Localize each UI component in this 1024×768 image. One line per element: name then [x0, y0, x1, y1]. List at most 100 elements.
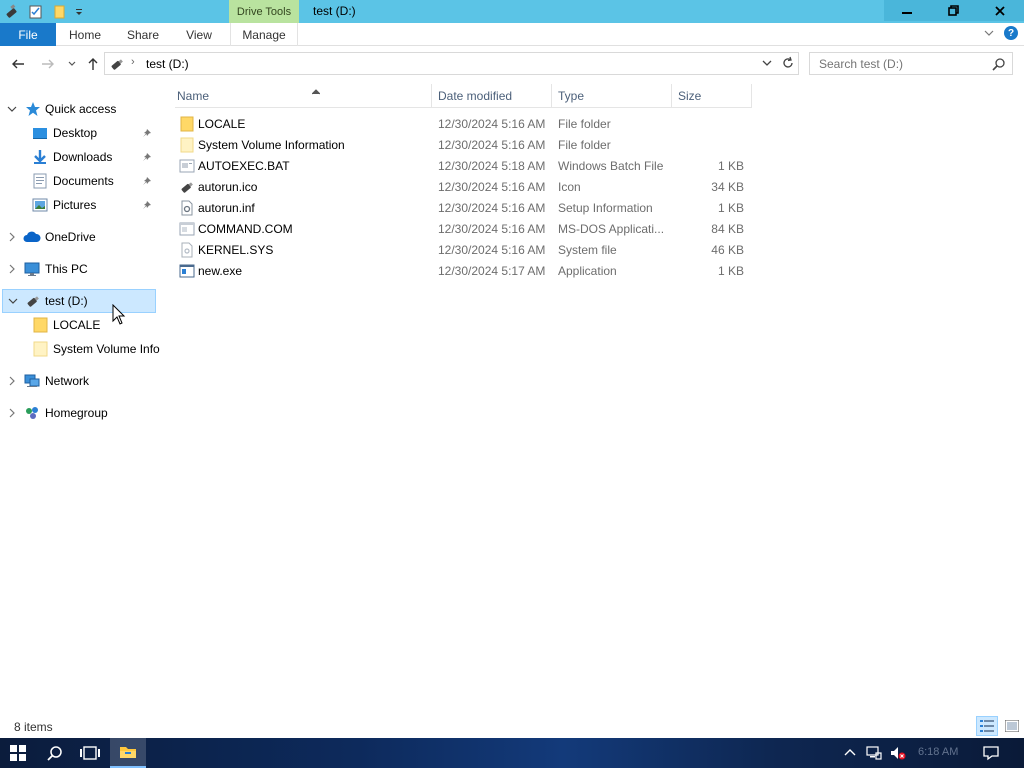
- file-row[interactable]: LOCALE 12/30/2024 5:16 AM File folder: [175, 113, 752, 134]
- tab-file[interactable]: File: [0, 23, 56, 46]
- task-view-icon: [80, 746, 100, 760]
- file-row[interactable]: autorun.ico 12/30/2024 5:16 AM Icon 34 K…: [175, 176, 752, 197]
- pin-icon[interactable]: [142, 199, 152, 213]
- search-box[interactable]: [809, 52, 1013, 75]
- help-icon[interactable]: ?: [1004, 26, 1018, 40]
- sidebar-item-documents[interactable]: Documents: [0, 169, 157, 193]
- application-icon: [179, 263, 195, 279]
- file-type: Application: [558, 264, 617, 278]
- address-bar[interactable]: › test (D:): [104, 52, 799, 75]
- sidebar-item-locale[interactable]: LOCALE: [0, 313, 157, 337]
- new-folder-icon[interactable]: [48, 1, 72, 23]
- file-explorer-taskbar-button[interactable]: [110, 738, 146, 768]
- window-title: test (D:): [313, 4, 356, 18]
- minimize-button[interactable]: [884, 0, 930, 21]
- properties-icon[interactable]: [24, 1, 48, 23]
- clock[interactable]: 6:18 AM: [918, 746, 958, 758]
- up-button[interactable]: [84, 55, 102, 73]
- file-row[interactable]: AUTOEXEC.BAT 12/30/2024 5:18 AM Windows …: [175, 155, 752, 176]
- file-row[interactable]: new.exe 12/30/2024 5:17 AM Application 1…: [175, 260, 752, 281]
- usb-drive-icon: [179, 179, 195, 195]
- task-view-button[interactable]: [72, 738, 108, 768]
- chevron-up-icon: [844, 749, 856, 756]
- network-tray-icon[interactable]: [866, 745, 882, 761]
- qat-dropdown-icon[interactable]: [72, 1, 86, 23]
- file-name: autorun.inf: [198, 201, 255, 215]
- column-header-size[interactable]: Size: [672, 84, 752, 108]
- chevron-right-icon[interactable]: [7, 408, 17, 418]
- refresh-icon[interactable]: [781, 56, 795, 73]
- chevron-right-icon[interactable]: [7, 376, 17, 386]
- sidebar-label: Quick access: [45, 102, 117, 116]
- sidebar-label: Downloads: [53, 150, 113, 164]
- recent-locations-button[interactable]: [63, 55, 81, 73]
- tab-share[interactable]: Share: [118, 23, 168, 46]
- column-header-date-modified[interactable]: Date modified: [432, 84, 552, 108]
- close-icon: [995, 5, 1005, 16]
- sidebar-item-onedrive[interactable]: OneDrive: [0, 225, 157, 249]
- notification-icon: [983, 746, 999, 761]
- chevron-down-icon[interactable]: [7, 104, 17, 114]
- sidebar-item-desktop[interactable]: Desktop: [0, 121, 157, 145]
- breadcrumb-separator-icon[interactable]: ›: [131, 56, 135, 68]
- search-input[interactable]: [810, 53, 990, 74]
- large-icons-view-button[interactable]: [1001, 716, 1023, 736]
- file-type: System file: [558, 243, 617, 257]
- sidebar-item-pictures[interactable]: Pictures: [0, 193, 157, 217]
- sidebar-item-system-volume-information[interactable]: System Volume Information: [0, 337, 160, 361]
- sidebar-item-homegroup[interactable]: Homegroup: [0, 401, 157, 425]
- drive-icon[interactable]: [0, 1, 24, 23]
- close-button[interactable]: [976, 0, 1024, 21]
- expand-ribbon-icon[interactable]: [983, 27, 995, 42]
- breadcrumb-drive[interactable]: test (D:): [146, 57, 189, 71]
- chevron-right-icon[interactable]: [7, 264, 17, 274]
- file-size: 1 KB: [717, 159, 744, 173]
- file-row[interactable]: autorun.inf 12/30/2024 5:16 AM Setup Inf…: [175, 197, 752, 218]
- usb-drive-icon: [25, 293, 41, 309]
- pin-icon[interactable]: [142, 127, 152, 141]
- restore-button[interactable]: [930, 0, 976, 21]
- tab-view[interactable]: View: [176, 23, 222, 46]
- chevron-right-icon[interactable]: [7, 232, 17, 242]
- sidebar-label: Pictures: [53, 198, 97, 212]
- show-hidden-icons-button[interactable]: [842, 745, 858, 761]
- drive-tools-context-tab[interactable]: Drive Tools: [229, 0, 299, 23]
- sidebar-label: OneDrive: [45, 230, 96, 244]
- column-header-name[interactable]: Name: [175, 84, 432, 108]
- navigation-pane: Quick access Desktop Downloads Documents: [0, 82, 160, 708]
- chevron-down-icon[interactable]: [8, 296, 18, 306]
- start-button[interactable]: [0, 738, 36, 768]
- pin-icon[interactable]: [142, 151, 152, 165]
- sidebar-item-this-pc[interactable]: This PC: [0, 257, 157, 281]
- system-file-icon: [179, 242, 195, 258]
- folder-icon: [179, 137, 195, 153]
- file-date: 12/30/2024 5:16 AM: [438, 117, 546, 131]
- sidebar-item-test-drive[interactable]: test (D:): [2, 289, 156, 313]
- sidebar-label: LOCALE: [53, 318, 101, 332]
- pin-icon[interactable]: [142, 175, 152, 189]
- address-dropdown-icon[interactable]: [761, 57, 773, 72]
- action-center-button[interactable]: [983, 745, 999, 761]
- tab-manage[interactable]: Manage: [230, 23, 298, 46]
- sidebar-item-quick-access[interactable]: Quick access: [0, 97, 157, 121]
- quick-access-toolbar: [0, 0, 86, 23]
- sidebar-item-network[interactable]: Network: [0, 369, 157, 393]
- search-icon[interactable]: [992, 57, 1006, 74]
- details-view-button[interactable]: [976, 716, 998, 736]
- batch-file-icon: [179, 158, 195, 174]
- back-button[interactable]: [9, 55, 27, 73]
- file-name: new.exe: [198, 264, 243, 278]
- sidebar-item-downloads[interactable]: Downloads: [0, 145, 157, 169]
- taskbar-search-button[interactable]: [37, 738, 73, 768]
- file-list: Name Date modified Type Size LOCALE 12/3…: [160, 82, 1024, 708]
- file-row[interactable]: COMMAND.COM 12/30/2024 5:16 AM MS-DOS Ap…: [175, 218, 752, 239]
- forward-button[interactable]: [39, 55, 57, 73]
- file-row[interactable]: System Volume Information 12/30/2024 5:1…: [175, 134, 752, 155]
- column-header-type[interactable]: Type: [552, 84, 672, 108]
- file-name: KERNEL.SYS: [198, 243, 274, 257]
- tab-home[interactable]: Home: [60, 23, 110, 46]
- chevron-down-icon: [68, 61, 76, 66]
- file-row[interactable]: KERNEL.SYS 12/30/2024 5:16 AM System fil…: [175, 239, 752, 260]
- volume-muted-icon[interactable]: [890, 745, 906, 761]
- sidebar-label: Network: [45, 374, 90, 388]
